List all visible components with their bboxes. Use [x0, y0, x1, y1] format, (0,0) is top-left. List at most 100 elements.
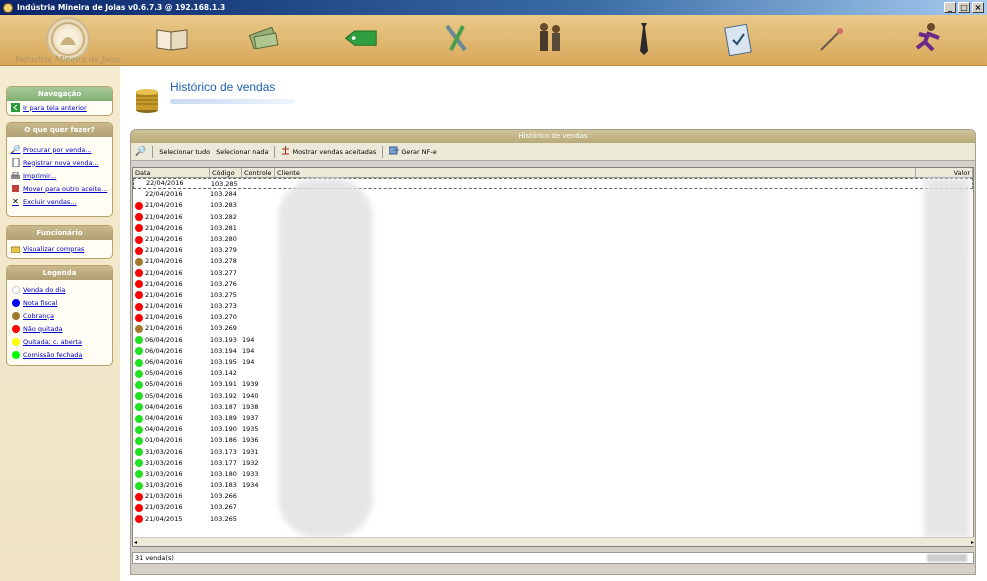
legend-item[interactable]: Nota fiscal [7, 296, 112, 309]
print-link[interactable]: Imprimir... [7, 169, 112, 182]
people-icon[interactable] [532, 21, 568, 57]
table-row[interactable]: 06/04/2016 103.195 194 [133, 357, 973, 368]
table-row[interactable]: 06/04/2016 103.193 194 [133, 335, 973, 346]
select-none-button[interactable]: Selecionar nada [216, 148, 268, 156]
back-link[interactable]: Ir para tela anterior [7, 101, 112, 114]
tag-icon[interactable] [342, 21, 378, 57]
generate-nfe-button[interactable]: Gerar NF-e [388, 146, 437, 157]
date-text: 21/04/2016 [145, 212, 183, 221]
cell-code: 103.282 [210, 212, 237, 221]
horizontal-scrollbar[interactable]: ◂ ▸ [134, 537, 974, 546]
window-controls: _ □ × [944, 2, 984, 13]
toolbar-search-button[interactable]: 🔎 [135, 147, 146, 157]
legend-item[interactable]: Cobrança [7, 309, 112, 322]
table-row[interactable]: 21/04/2015 103.265 [133, 514, 973, 525]
table-row[interactable]: 21/03/2016 103.267 [133, 502, 973, 513]
close-button[interactable]: × [972, 2, 984, 13]
legend-item[interactable]: Comissão fechada [7, 348, 112, 361]
navigation-panel: Navegação Ir para tela anterior [6, 86, 113, 116]
running-man-icon[interactable] [910, 21, 946, 57]
status-bar: 31 venda(s) [132, 552, 974, 564]
search-sale-link[interactable]: 🔎 Procurar por venda... [7, 143, 112, 156]
table-row[interactable]: 21/04/2016 103.276 [133, 279, 973, 290]
legend-item[interactable]: Não quitada [7, 322, 112, 335]
back-arrow-icon [11, 103, 20, 112]
scroll-right-icon[interactable]: ▸ [971, 539, 974, 546]
title-underline [170, 99, 295, 104]
table-row[interactable]: 04/04/2016 103.190 1935 [133, 424, 973, 435]
column-header-control[interactable]: Controle [242, 168, 275, 177]
date-text: 21/04/2016 [145, 257, 183, 266]
status-dot-icon [135, 280, 143, 289]
tools-icon[interactable] [438, 21, 474, 57]
table-row[interactable]: 05/04/2016 103.142 [133, 368, 973, 379]
table-row[interactable]: 21/04/2016 103.277 [133, 268, 973, 279]
select-all-button[interactable]: Selecionar tudo [159, 148, 210, 156]
clipboard-icon[interactable] [720, 21, 756, 57]
back-link-label: Ir para tela anterior [23, 103, 87, 112]
table-row[interactable]: 05/04/2016 103.192 1940 [133, 391, 973, 402]
show-accepted-button[interactable]: Mostrar vendas aceitadas [281, 146, 376, 157]
status-dot-icon [136, 179, 144, 188]
column-header-code[interactable]: Código [210, 168, 242, 177]
sales-table[interactable]: Data Código Controle Cliente Valor 22/04… [132, 167, 974, 547]
cell-date: 05/04/2016 [133, 379, 210, 390]
minimize-button[interactable]: _ [944, 2, 956, 13]
redacted-value-column [924, 178, 970, 538]
toolbar-separator [382, 145, 384, 158]
printer-icon [11, 171, 20, 180]
table-row[interactable]: 31/03/2016 103.180 1933 [133, 469, 973, 480]
scroll-left-icon[interactable]: ◂ [134, 539, 137, 546]
legend-item[interactable]: Quitada; c. aberta [7, 335, 112, 348]
table-row[interactable]: 21/04/2016 103.283 [133, 200, 973, 211]
table-row[interactable]: 21/04/2016 103.273 [133, 301, 973, 312]
pin-icon[interactable] [814, 21, 850, 57]
date-text: 21/04/2016 [145, 234, 183, 243]
company-logo: Indústria Mineira de Joias [8, 17, 128, 65]
table-row[interactable]: 21/04/2016 103.280 [133, 234, 973, 245]
book-icon[interactable] [154, 21, 190, 57]
table-row[interactable]: 21/04/2016 103.279 [133, 245, 973, 256]
cell-code: 103.189 [210, 413, 237, 422]
table-row[interactable]: 21/04/2016 103.278 [133, 256, 973, 267]
table-row[interactable]: 21/04/2016 103.281 [133, 223, 973, 234]
table-row[interactable]: 05/04/2016 103.191 1939 [133, 379, 973, 390]
date-text: 04/04/2016 [145, 413, 183, 422]
legend-item[interactable]: Venda do dia [7, 283, 112, 296]
legend-item-label: Cobrança [23, 311, 54, 320]
invoice-icon [388, 146, 400, 157]
table-row[interactable]: 04/04/2016 103.189 1937 [133, 413, 973, 424]
legend-item-label: Venda do dia [23, 285, 66, 294]
tie-icon[interactable] [626, 21, 662, 57]
delete-sales-link[interactable]: ✕ Excluir vendas... [7, 195, 112, 208]
cell-date: 21/04/2016 [133, 223, 210, 234]
cell-date: 04/04/2016 [133, 424, 210, 435]
table-row[interactable]: 21/03/2016 103.266 [133, 491, 973, 502]
table-row[interactable]: 21/04/2016 103.282 [133, 212, 973, 223]
table-row[interactable]: 31/03/2016 103.173 1931 [133, 447, 973, 458]
table-row[interactable]: 31/03/2016 103.177 1932 [133, 458, 973, 469]
register-sale-link[interactable]: Registrar nova venda... [7, 156, 112, 169]
column-header-value[interactable]: Valor [916, 168, 973, 177]
table-row[interactable]: 22/04/2016 103.284 [133, 189, 973, 200]
maximize-button[interactable]: □ [958, 2, 970, 13]
toolbar-separator [152, 145, 154, 158]
status-dot-icon [135, 369, 143, 378]
column-header-client[interactable]: Cliente [275, 168, 916, 177]
table-row[interactable]: 21/04/2016 103.269 [133, 323, 973, 334]
table-row[interactable]: 01/04/2016 103.186 1936 [133, 435, 973, 446]
view-purchases-link[interactable]: Visualizar compras [7, 242, 112, 255]
table-row[interactable]: 04/04/2016 103.187 1938 [133, 402, 973, 413]
table-row[interactable]: 22/04/2016 103.285 [133, 178, 973, 190]
table-row[interactable]: 31/03/2016 103.183 1934 [133, 480, 973, 491]
cell-code: 103.187 [210, 402, 237, 411]
cell-date: 21/04/2016 [133, 256, 210, 267]
cell-code: 103.275 [210, 290, 237, 299]
date-text: 04/04/2016 [145, 402, 183, 411]
move-link[interactable]: Mover para outro aceite... [7, 182, 112, 195]
table-row[interactable]: 06/04/2016 103.194 194 [133, 346, 973, 357]
table-row[interactable]: 21/04/2016 103.275 [133, 290, 973, 301]
money-icon[interactable] [246, 21, 282, 57]
column-header-date[interactable]: Data [133, 168, 210, 177]
table-row[interactable]: 21/04/2016 103.270 [133, 312, 973, 323]
